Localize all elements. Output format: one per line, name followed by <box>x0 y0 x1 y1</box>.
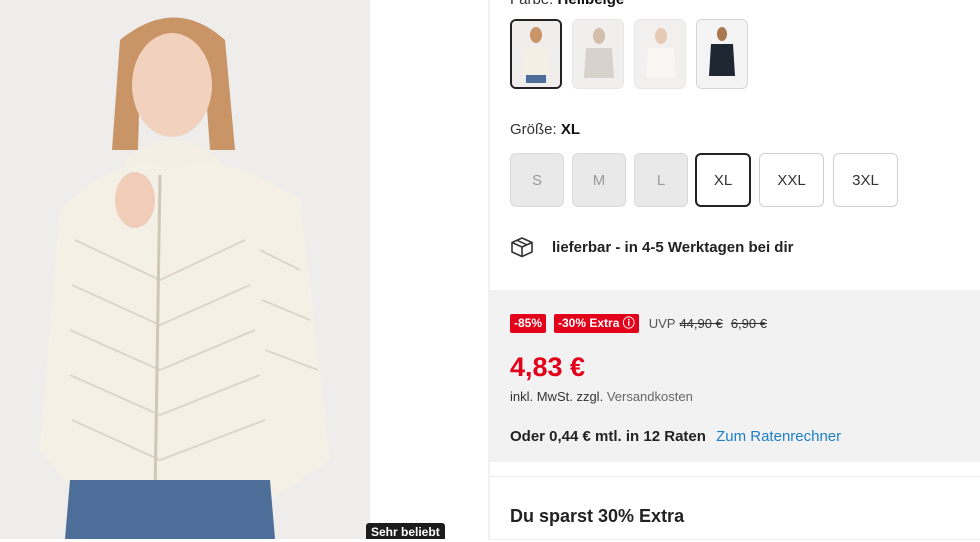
delivery-info: lieferbar - in 4-5 Werktagen bei dir <box>510 236 793 258</box>
price-tags: -85% -30% Extra ⓘ UVP 44,90 € 6,90 € <box>510 314 775 333</box>
size-label: Größe: XL <box>510 121 580 138</box>
vat-info: inkl. MwSt. zzgl. Versandkosten <box>510 389 693 404</box>
installment-text: Oder 0,44 € mtl. in 12 Raten <box>510 428 706 445</box>
color-label: Farbe: Hellbeige <box>510 0 624 8</box>
model-illustration <box>0 0 370 539</box>
color-swatch-creme[interactable] <box>634 19 686 89</box>
installment-info: Oder 0,44 € mtl. in 12 Raten Zum Ratenre… <box>510 428 841 445</box>
savings-box: Du sparst 30% Extra <box>490 477 980 539</box>
popular-badge: Sehr beliebt <box>366 523 445 539</box>
installment-calculator-link[interactable]: Zum Ratenrechner <box>716 428 841 445</box>
uvp-label: UVP <box>648 316 676 331</box>
discount-tag: -85% <box>510 314 547 333</box>
size-option-xl[interactable]: XL <box>695 153 751 207</box>
extra-discount-tag[interactable]: -30% Extra ⓘ <box>554 314 639 333</box>
price-box: -85% -30% Extra ⓘ UVP 44,90 € 6,90 € 4,8… <box>490 290 980 462</box>
size-option-s[interactable]: S <box>510 153 564 207</box>
current-price: 4,83 € <box>510 352 586 382</box>
size-option-m[interactable]: M <box>572 153 626 207</box>
savings-title: Du sparst 30% Extra <box>510 506 685 526</box>
size-option-3xl[interactable]: 3XL <box>833 153 898 207</box>
color-value: Hellbeige <box>558 0 625 8</box>
color-swatch-schwarz[interactable] <box>696 19 748 89</box>
delivery-text: lieferbar - in 4-5 Werktagen bei dir <box>552 238 794 256</box>
size-option-l[interactable]: L <box>634 153 688 207</box>
size-value: XL <box>560 121 581 138</box>
package-icon <box>511 237 533 258</box>
old-price: 6,90 € <box>730 316 767 331</box>
color-label-text: Farbe: <box>510 0 553 8</box>
color-swatch-hellbeige[interactable] <box>510 19 562 89</box>
vat-text: inkl. MwSt. zzgl. <box>510 389 604 404</box>
size-label-text: Größe: <box>510 121 557 138</box>
product-image[interactable] <box>0 0 370 539</box>
color-swatch-grau[interactable] <box>572 19 624 89</box>
uvp-price: 44,90 € <box>679 316 723 331</box>
shipping-costs-link[interactable]: Versandkosten <box>607 389 693 404</box>
size-option-xxl[interactable]: XXL <box>759 153 824 207</box>
